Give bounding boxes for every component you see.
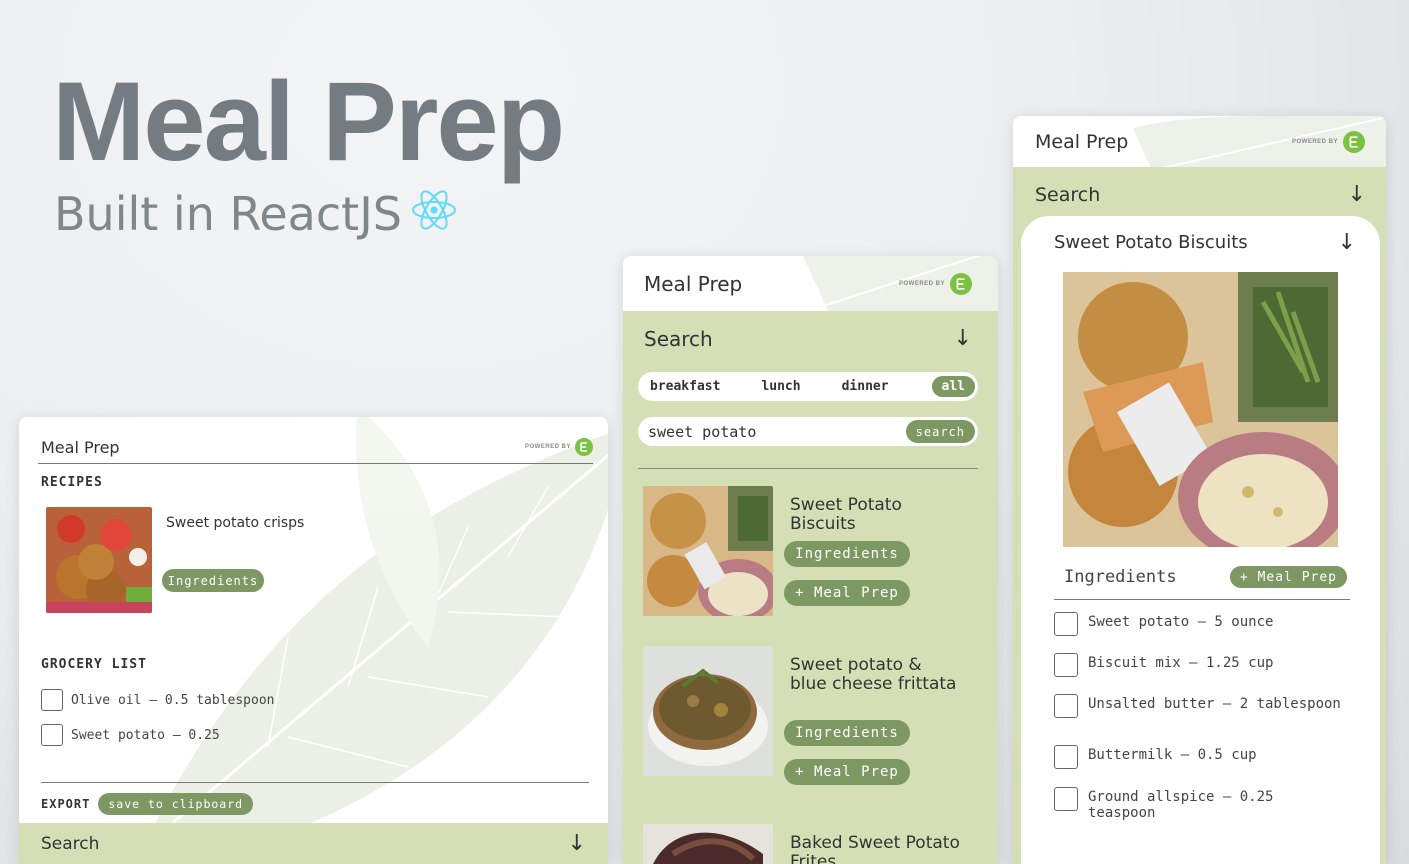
ingredients-divider [1054,599,1350,600]
recipe-title[interactable]: Sweet potato & blue cheese frittata [790,656,960,694]
recipe-image [1063,272,1338,547]
result-card: Sweet potato & blue cheese frittata Ingr… [643,646,983,785]
desktop-app-panel: Meal Prep POWERED BY RECIPES Sweet potat… [19,417,608,864]
ingredients-heading: Ingredients [1064,567,1177,587]
add-meal-prep-button[interactable]: + Meal Prep [1229,566,1347,588]
powered-by-logo[interactable]: POWERED BY [898,272,972,295]
ingredient-label: Biscuit mix – 1.25 cup [1088,655,1274,671]
arrow-down-icon[interactable]: ↓ [954,326,972,351]
recipe-detail-header[interactable]: Sweet Potato Biscuits ↓ [1054,230,1356,255]
app-header: Meal Prep POWERED BY [623,256,998,311]
recipe-title[interactable]: Baked Sweet Potato Frites [790,834,960,864]
recipes-heading: RECIPES [41,475,103,490]
search-label: Search [41,833,100,854]
ingredient-label: Unsalted butter – 2 tablespoon [1088,696,1341,712]
search-toggle-bar[interactable]: Search ↓ [19,823,608,864]
app-title: Meal Prep [644,271,743,296]
grocery-item[interactable]: Olive oil – 0.5 tablespoon [41,689,275,711]
ingredients-button[interactable]: Ingredients [162,569,264,592]
search-results-panel: Meal Prep POWERED BY Search ↓ breakfast … [623,256,998,864]
hero-subtitle: Built in ReactJS [54,186,402,241]
ingredient-label: Buttermilk – 0.5 cup [1088,747,1257,763]
search-toggle[interactable]: Search ↓ [1035,182,1366,207]
recipe-detail-card: Sweet Potato Biscuits ↓ Ingredients + Me… [1021,216,1380,864]
grocery-checkbox[interactable] [41,724,63,746]
search-input[interactable] [648,422,868,441]
result-card: Sweet Potato Biscuits Ingredients + Meal… [643,486,983,616]
ingredient-checkbox[interactable] [1054,612,1078,636]
filter-dinner[interactable]: dinner [842,379,889,394]
save-to-clipboard-button[interactable]: save to clipboard [98,793,254,815]
filter-all[interactable]: all [931,376,975,397]
powered-by-text: POWERED BY [1291,138,1338,145]
filter-breakfast[interactable]: breakfast [650,379,720,394]
ingredient-checkbox[interactable] [1054,745,1078,769]
grocery-checkbox[interactable] [41,689,63,711]
app-title: Meal Prep [1035,130,1129,153]
ingredient-label: Ground allspice – 0.25 teaspoon [1088,789,1274,821]
export-label: EXPORT [41,797,91,811]
app-header: Meal Prep POWERED BY [1013,116,1386,167]
app-title: Meal Prep [41,437,120,457]
ingredient-checkbox[interactable] [1054,694,1078,718]
grocery-list-heading: GROCERY LIST [41,657,147,672]
powered-by-text: POWERED BY [898,280,945,287]
ingredient-item[interactable]: Biscuit mix – 1.25 cup [1054,653,1344,677]
add-meal-prep-button[interactable]: + Meal Prep [784,580,910,606]
powered-by-logo[interactable]: POWERED BY [525,438,593,456]
ingredient-checkbox[interactable] [1054,653,1078,677]
powered-by-logo[interactable]: POWERED BY [1291,130,1365,153]
search-toggle[interactable]: Search ↓ [644,326,972,351]
grocery-item-label: Olive oil – 0.5 tablespoon [71,692,275,708]
search-label: Search [644,326,713,351]
export-divider [41,782,589,783]
edamam-logo-icon [950,272,972,295]
edamam-logo-icon [575,438,593,456]
result-card: Baked Sweet Potato Frites [643,824,983,864]
ingredients-button[interactable]: Ingredients [784,541,910,567]
recipe-thumbnail[interactable] [643,824,773,864]
header-divider [38,463,593,464]
recipe-title[interactable]: Sweet Potato Biscuits [790,496,960,534]
add-meal-prep-button[interactable]: + Meal Prep [784,759,910,785]
ingredient-item[interactable]: Unsalted butter – 2 tablespoon [1054,694,1344,718]
hero-title: Meal Prep [52,59,565,184]
recipe-name[interactable]: Sweet potato crisps [166,515,304,531]
filter-lunch[interactable]: lunch [761,379,800,394]
search-label: Search [1035,183,1101,206]
meal-type-filter: breakfast lunch dinner all [638,372,978,401]
ingredient-item[interactable]: Buttermilk – 0.5 cup [1054,745,1344,769]
hero-subtitle-row: Built in ReactJS [54,188,458,239]
edamam-logo-icon [1343,130,1365,153]
arrow-down-icon[interactable]: ↓ [1338,230,1356,255]
recipe-detail-panel: Meal Prep POWERED BY Search ↓ Sweet Pota… [1013,116,1386,864]
powered-by-text: POWERED BY [524,444,571,450]
search-bar: search [638,417,978,446]
export-row: EXPORT save to clipboard [41,793,254,815]
recipe-thumbnail[interactable] [643,486,773,616]
grocery-item-label: Sweet potato – 0.25 [71,727,220,743]
recipe-thumbnail[interactable] [643,646,773,776]
ingredient-item[interactable]: Ground allspice – 0.25 teaspoon [1054,787,1344,821]
grocery-item[interactable]: Sweet potato – 0.25 [41,724,220,746]
ingredient-item[interactable]: Sweet potato – 5 ounce [1054,612,1344,636]
ingredient-label: Sweet potato – 5 ounce [1088,614,1274,630]
recipe-image[interactable] [46,507,152,613]
leaf-background [148,417,608,847]
search-button[interactable]: search [905,420,975,443]
results-divider [638,468,978,469]
ingredient-checkbox[interactable] [1054,787,1078,811]
arrow-down-icon[interactable]: ↓ [1348,182,1366,207]
ingredients-button[interactable]: Ingredients [784,720,910,746]
react-icon [410,188,458,239]
ingredients-header: Ingredients + Meal Prep [1064,566,1347,588]
arrow-down-icon[interactable]: ↓ [568,831,586,856]
recipe-title: Sweet Potato Biscuits [1054,232,1248,253]
